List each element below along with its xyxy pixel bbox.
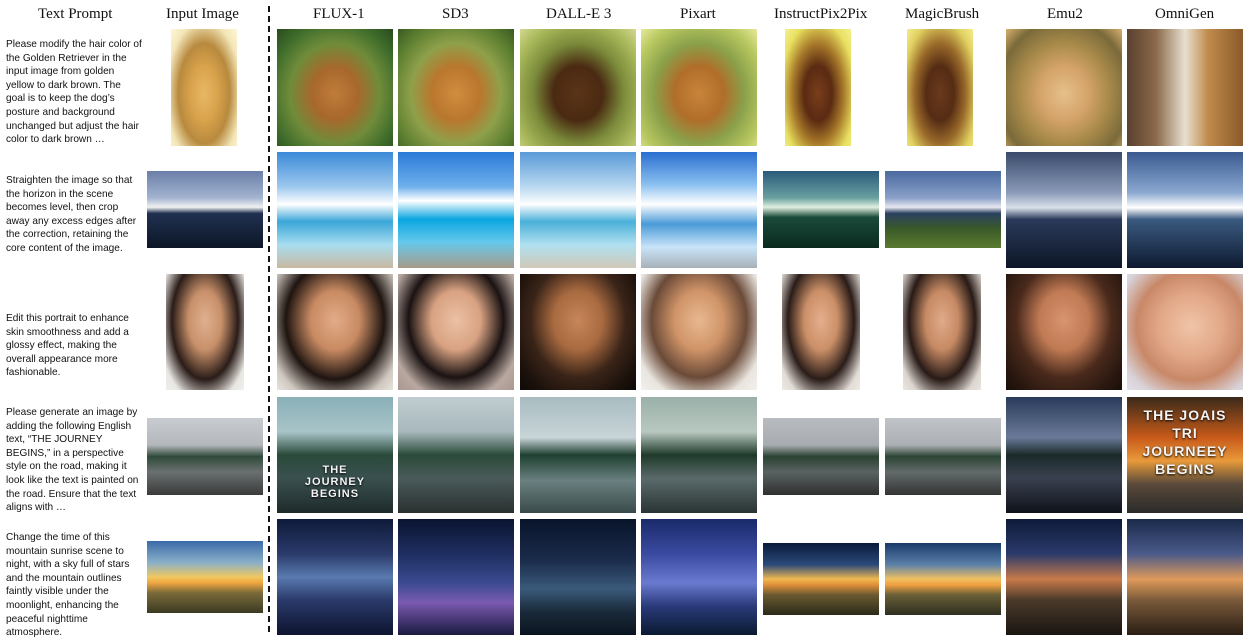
header-flux-1: FLUX-1 [313,6,365,22]
prompt-row-5: Change the time of this mountain sunrise… [6,532,130,639]
row3-sd3 [398,274,514,390]
row1-omnigen [1127,29,1243,146]
row5-omnigen [1127,519,1243,635]
row2-omnigen [1127,152,1243,268]
column-divider [268,6,270,632]
header-emu2: Emu2 [1047,6,1083,22]
prompt-row-4: Please generate an image by adding the f… [6,407,139,514]
row3-magicbrush [903,274,981,390]
row2-flux-1 [277,152,393,268]
row3-emu2 [1006,274,1122,390]
flux-road-text: THE JOURNEY BEGINS [304,464,366,501]
row4-sd3 [398,397,514,513]
row2-dalle-3 [520,152,636,268]
row2-pixart [641,152,757,268]
row3-flux-1 [277,274,393,390]
header-dalle-3: DALL-E 3 [546,6,612,22]
row5-dalle-3 [520,519,636,635]
row4-omnigen: THE JOAIS TRI JOURNEEY BEGINS [1127,397,1243,513]
row1-emu2 [1006,29,1122,146]
row4-emu2 [1006,397,1122,513]
row4-magicbrush [885,418,1001,495]
row1-input-image [171,29,237,146]
row4-instructpix2pix [763,418,879,495]
row1-instructpix2pix [785,29,851,146]
row4-dalle-3 [520,397,636,513]
omnigen-road-text: THE JOAIS TRI JOURNEEY BEGINS [1142,407,1228,478]
header-text-prompt: Text Prompt [38,6,113,22]
row4-input-image [147,418,263,495]
row5-flux-1 [277,519,393,635]
header-magicbrush: MagicBrush [905,6,980,22]
header-pixart: Pixart [680,6,716,22]
row1-magicbrush [907,29,973,146]
header-input-image: Input Image [166,6,239,22]
header-instructpix2pix: InstructPix2Pix [774,6,868,22]
row1-pixart [641,29,757,146]
row4-pixart [641,397,757,513]
row3-dalle-3 [520,274,636,390]
row5-input-image [147,541,263,613]
row5-emu2 [1006,519,1122,635]
row1-flux-1 [277,29,393,146]
header-omnigen: OmniGen [1155,6,1215,22]
header-sd3: SD3 [442,6,469,22]
row2-emu2 [1006,152,1122,268]
prompt-row-2: Straighten the image so that the horizon… [6,175,137,254]
row5-magicbrush [885,543,1001,615]
row3-pixart [641,274,757,390]
row2-input-image [147,171,263,248]
row2-sd3 [398,152,514,268]
row5-pixart [641,519,757,635]
row5-sd3 [398,519,514,635]
row1-sd3 [398,29,514,146]
row3-instructpix2pix [782,274,860,390]
row2-magicbrush [885,171,1001,248]
row3-input-image [166,274,244,390]
prompt-row-3: Edit this portrait to enhance skin smoot… [6,313,129,379]
row2-instructpix2pix [763,171,879,248]
row3-omnigen [1127,274,1243,390]
prompt-row-1: Please modify the hair color of the Gold… [6,39,142,146]
row5-instructpix2pix [763,543,879,615]
row1-dalle-3 [520,29,636,146]
row4-flux-1: THE JOURNEY BEGINS [277,397,393,513]
